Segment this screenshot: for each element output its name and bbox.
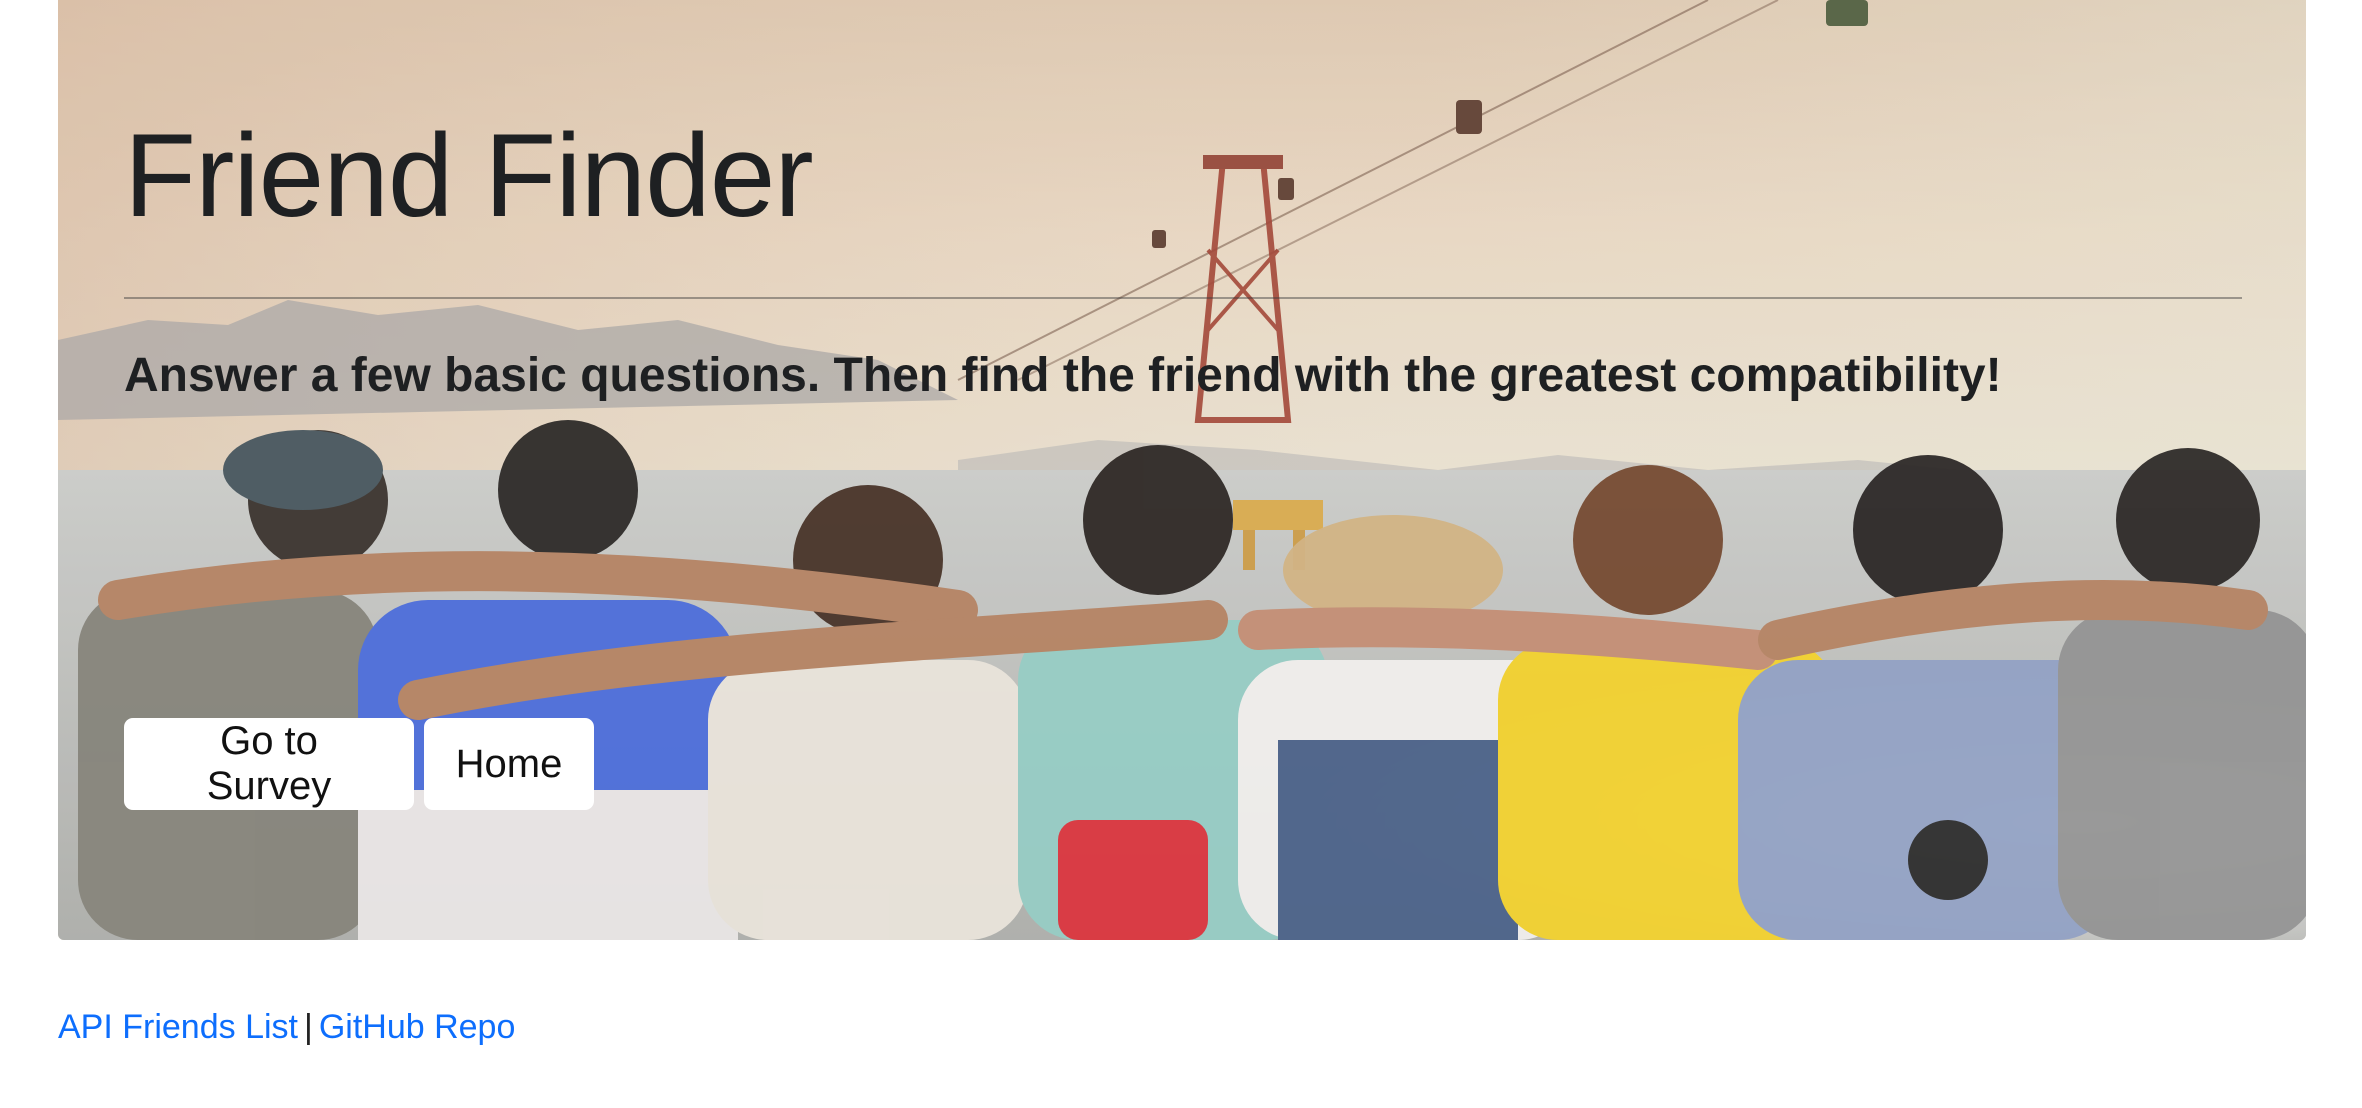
footer-separator: |: [303, 1008, 313, 1046]
api-friends-list-link[interactable]: API Friends List: [58, 1008, 298, 1046]
go-to-survey-button[interactable]: Go to Survey: [124, 718, 414, 810]
page: Friend Finder Answer a few basic questio…: [0, 0, 2362, 1108]
github-repo-link[interactable]: GitHub Repo: [319, 1008, 516, 1046]
footer-links: API Friends List | GitHub Repo: [58, 1008, 515, 1047]
hero-jumbotron: Friend Finder Answer a few basic questio…: [58, 0, 2306, 940]
hero-divider: [124, 297, 2242, 299]
page-title: Friend Finder: [124, 110, 814, 242]
hero-lead-text: Answer a few basic questions. Then find …: [124, 349, 2002, 402]
home-button[interactable]: Home: [424, 718, 594, 810]
